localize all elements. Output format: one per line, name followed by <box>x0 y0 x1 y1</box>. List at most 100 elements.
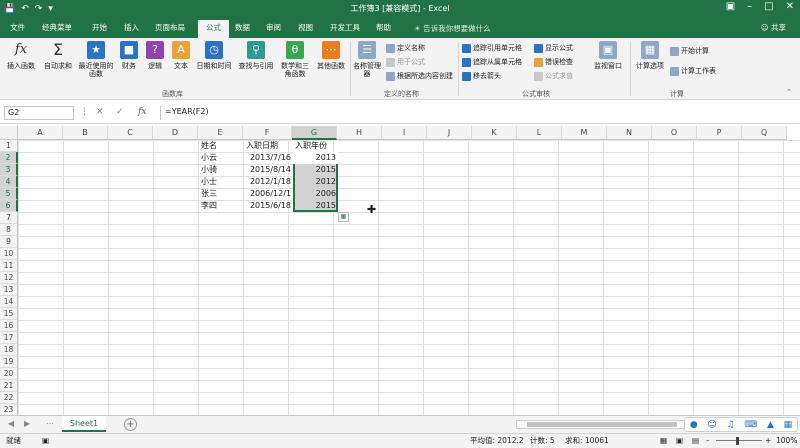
create-from-selection-button[interactable]: 根据所选内容创建 <box>386 71 453 81</box>
cell-G1[interactable]: 入职年份 <box>293 140 338 152</box>
column-header-K[interactable]: K <box>472 126 517 140</box>
row-header-2[interactable]: 2 <box>0 152 18 164</box>
tab-view[interactable]: 视图 <box>298 22 313 33</box>
cell-G5[interactable]: 2006 <box>293 188 338 200</box>
calc-now-button[interactable]: 开始计算 <box>670 46 709 56</box>
cell-E4[interactable]: 小士 <box>199 176 243 188</box>
column-header-I[interactable]: I <box>382 126 427 140</box>
financial-button[interactable]: ■ 财务 <box>118 41 140 70</box>
row-header-1[interactable]: 1 <box>0 140 18 152</box>
share-button[interactable]: ☺ 共享 <box>761 22 786 33</box>
cell-F3[interactable]: 2015/8/14 <box>244 164 293 176</box>
row-header-18[interactable]: 18 <box>0 344 18 356</box>
error-checking-button[interactable]: 错误检查 <box>534 57 573 67</box>
mic-icon[interactable]: ♫ <box>727 420 735 430</box>
column-header-A[interactable]: A <box>18 126 63 140</box>
tab-home[interactable]: 开始 <box>92 22 107 33</box>
cell-G2[interactable]: 2013 <box>293 152 338 164</box>
enter-icon[interactable]: ✓ <box>116 107 124 117</box>
tab-insert[interactable]: 插入 <box>124 22 139 33</box>
cell-F2[interactable]: 2013/7/16 <box>244 152 293 164</box>
trace-precedents-button[interactable]: 追踪引用单元格 <box>462 43 522 53</box>
column-header-J[interactable]: J <box>427 126 472 140</box>
row-header-14[interactable]: 14 <box>0 296 18 308</box>
define-name-button[interactable]: 定义名称 <box>386 43 425 53</box>
column-header-F[interactable]: F <box>243 126 292 140</box>
remove-arrows-button[interactable]: 移去箭头 <box>462 71 501 81</box>
column-header-N[interactable]: N <box>607 126 652 140</box>
row-header-19[interactable]: 19 <box>0 356 18 368</box>
column-header-C[interactable]: C <box>108 126 153 140</box>
formula-input[interactable]: =YEAR(F2) <box>160 106 796 120</box>
select-all-corner[interactable] <box>0 126 18 140</box>
row-header-7[interactable]: 7 <box>0 212 18 224</box>
column-header-Q[interactable]: Q <box>742 126 787 140</box>
scroll-thumb[interactable] <box>527 422 677 427</box>
cell-G6[interactable]: 2015 <box>293 200 338 212</box>
minimize-icon[interactable]: – <box>747 1 752 12</box>
zoom-level[interactable]: 100% <box>776 434 797 448</box>
column-header-D[interactable]: D <box>153 126 198 140</box>
column-header-G[interactable]: G <box>292 126 337 140</box>
maximize-icon[interactable]: □ <box>764 1 773 12</box>
row-header-22[interactable]: 22 <box>0 392 18 404</box>
row-header-5[interactable]: 5 <box>0 188 18 200</box>
row-header-10[interactable]: 10 <box>0 248 18 260</box>
cell-F1[interactable]: 入职日期 <box>244 140 292 152</box>
row-header-9[interactable]: 9 <box>0 236 18 248</box>
tab-classic-menu[interactable]: 经典菜单 <box>42 22 72 33</box>
column-header-P[interactable]: P <box>697 126 742 140</box>
cell-F4[interactable]: 2012/1/18 <box>244 176 293 188</box>
add-sheet-button[interactable]: + <box>124 418 137 431</box>
more-functions-button[interactable]: ⋯ 其他函数 <box>314 41 348 70</box>
row-header-3[interactable]: 3 <box>0 164 18 176</box>
recent-functions-button[interactable]: ★ 最近使用的函数 <box>76 41 116 78</box>
sheet-list-icon[interactable]: ⋯ <box>46 419 54 428</box>
column-header-E[interactable]: E <box>198 126 243 140</box>
zoom-slider-thumb[interactable] <box>736 437 739 445</box>
ribbon-display-icon[interactable]: ▣ <box>726 1 735 12</box>
cancel-icon[interactable]: ✕ <box>96 107 104 117</box>
column-header-M[interactable]: M <box>562 126 607 140</box>
cell-G4[interactable]: 2012 <box>293 176 338 188</box>
row-header-17[interactable]: 17 <box>0 332 18 344</box>
tab-formulas[interactable]: 公式 <box>198 20 229 38</box>
insert-function-icon[interactable]: fx <box>138 107 146 117</box>
calc-options-button[interactable]: ▦ 计算选项 <box>632 41 668 70</box>
calc-sheet-button[interactable]: 计算工作表 <box>670 66 716 76</box>
tab-file[interactable]: 文件 <box>10 22 25 33</box>
cell-E3[interactable]: 小骑 <box>199 164 243 176</box>
collapse-ribbon-icon[interactable]: ⌃ <box>786 88 792 96</box>
lookup-button[interactable]: ⚲ 查找与引用 <box>236 41 276 70</box>
column-header-H[interactable]: H <box>337 126 382 140</box>
row-header-8[interactable]: 8 <box>0 224 18 236</box>
row-header-21[interactable]: 21 <box>0 380 18 392</box>
page-layout-view-icon[interactable]: ▣ <box>676 434 683 448</box>
row-header-6[interactable]: 6 <box>0 200 18 212</box>
prev-sheet-icon[interactable]: ◀ <box>8 419 14 428</box>
page-break-view-icon[interactable]: ▤ <box>692 434 699 448</box>
name-box[interactable]: G2 <box>4 106 74 120</box>
cell-F5[interactable]: 2006/12/1 <box>244 188 293 200</box>
evaluate-formula-button[interactable]: 公式求值 <box>534 71 573 81</box>
cell-E5[interactable]: 张三 <box>199 188 243 200</box>
column-header-O[interactable]: O <box>652 126 697 140</box>
tell-me-search[interactable]: ☀ 告诉我你想要做什么 <box>414 23 491 34</box>
row-header-4[interactable]: 4 <box>0 176 18 188</box>
worksheet-grid[interactable]: ABCDEFGHIJKLMNOPQ 1 2 3 4 5 6 7 8 9 10 11 12 13 14 15 1… <box>0 126 800 415</box>
row-header-23[interactable]: 23 <box>0 404 18 415</box>
zoom-in-icon[interactable]: + <box>765 434 771 448</box>
row-header-13[interactable]: 13 <box>0 284 18 296</box>
grid-icon[interactable]: ▦ <box>784 420 793 430</box>
cell-G3[interactable]: 2015 <box>293 164 338 176</box>
logical-button[interactable]: ? 逻辑 <box>144 41 166 70</box>
tab-help[interactable]: 帮助 <box>376 22 391 33</box>
show-formulas-button[interactable]: 显示公式 <box>534 43 573 53</box>
row-header-15[interactable]: 15 <box>0 308 18 320</box>
math-button[interactable]: θ 数学和三角函数 <box>280 41 310 78</box>
row-header-12[interactable]: 12 <box>0 272 18 284</box>
row-header-16[interactable]: 16 <box>0 320 18 332</box>
use-in-formula-button[interactable]: 用于公式 <box>386 57 425 67</box>
close-icon[interactable]: ✕ <box>786 1 794 12</box>
zoom-out-icon[interactable]: – <box>706 434 710 448</box>
